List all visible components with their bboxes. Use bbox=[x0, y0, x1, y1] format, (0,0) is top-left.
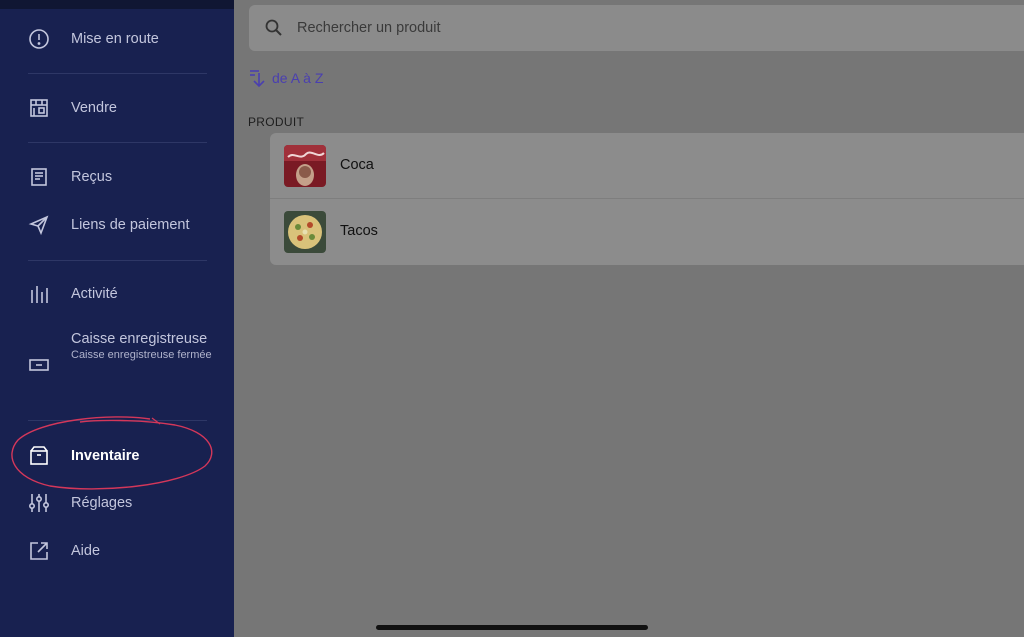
product-row-tacos[interactable]: Tacos bbox=[270, 199, 1024, 265]
sliders-icon bbox=[28, 492, 50, 514]
sidebar-divider bbox=[28, 260, 207, 261]
sidebar-item-label: Aide bbox=[71, 543, 101, 559]
sidebar: Mise en route Vendre Reçus Liens de paie… bbox=[0, 0, 234, 637]
receipt-icon bbox=[28, 166, 50, 188]
cash-register-status: Caisse enregistreuse fermée bbox=[71, 349, 212, 361]
bar-chart-icon bbox=[28, 283, 50, 305]
sidebar-item-label: Réglages bbox=[71, 495, 133, 511]
product-thumbnail-tacos bbox=[284, 211, 326, 253]
search-bar[interactable] bbox=[249, 5, 1024, 51]
sidebar-item-reglages[interactable]: Réglages bbox=[0, 490, 234, 516]
box-icon bbox=[28, 445, 50, 467]
product-list: Coca Tacos bbox=[270, 133, 1024, 265]
main-content: de A à Z PRODUIT Coca bbox=[234, 0, 1024, 637]
sidebar-item-liens-de-paiement[interactable]: Liens de paiement bbox=[0, 212, 234, 238]
search-icon bbox=[265, 19, 282, 36]
product-row-coca[interactable]: Coca bbox=[270, 133, 1024, 199]
sidebar-item-label: Liens de paiement bbox=[71, 217, 190, 233]
sidebar-divider bbox=[28, 73, 207, 74]
sidebar-top-strip bbox=[0, 0, 234, 9]
column-header-produit: PRODUIT bbox=[248, 115, 305, 129]
sidebar-item-recus[interactable]: Reçus bbox=[0, 164, 234, 190]
info-circle-icon bbox=[28, 28, 50, 50]
sidebar-item-vendre[interactable]: Vendre bbox=[0, 95, 234, 121]
sidebar-item-label: Caisse enregistreuse bbox=[71, 331, 208, 347]
product-thumbnail-coca bbox=[284, 145, 326, 187]
sidebar-item-label: Inventaire bbox=[71, 448, 140, 464]
search-input[interactable] bbox=[297, 17, 897, 39]
product-name: Coca bbox=[340, 157, 374, 173]
sidebar-item-mise-en-route[interactable]: Mise en route bbox=[0, 26, 234, 52]
sidebar-item-inventaire[interactable]: Inventaire bbox=[0, 443, 234, 469]
paper-plane-icon bbox=[28, 214, 50, 236]
cash-register-icon bbox=[28, 354, 50, 376]
sidebar-divider bbox=[28, 142, 207, 143]
sidebar-item-label: Mise en route bbox=[71, 31, 159, 47]
external-link-icon bbox=[28, 540, 50, 562]
sidebar-divider bbox=[28, 420, 207, 421]
sidebar-item-label: Vendre bbox=[71, 100, 117, 116]
sort-descending-icon bbox=[250, 70, 265, 88]
sort-label: de A à Z bbox=[272, 70, 324, 86]
sidebar-item-activite[interactable]: Activité bbox=[0, 281, 234, 307]
product-name: Tacos bbox=[340, 223, 378, 239]
sort-button[interactable]: de A à Z bbox=[248, 68, 323, 88]
sidebar-item-label: Activité bbox=[71, 286, 118, 302]
home-indicator[interactable] bbox=[376, 625, 648, 630]
sidebar-item-label: Reçus bbox=[71, 169, 113, 185]
store-grid-icon bbox=[28, 97, 50, 119]
sidebar-item-aide[interactable]: Aide bbox=[0, 538, 234, 564]
sidebar-item-caisse-enregistreuse[interactable]: Caisse enregistreuse Caisse enregistreus… bbox=[0, 330, 234, 400]
